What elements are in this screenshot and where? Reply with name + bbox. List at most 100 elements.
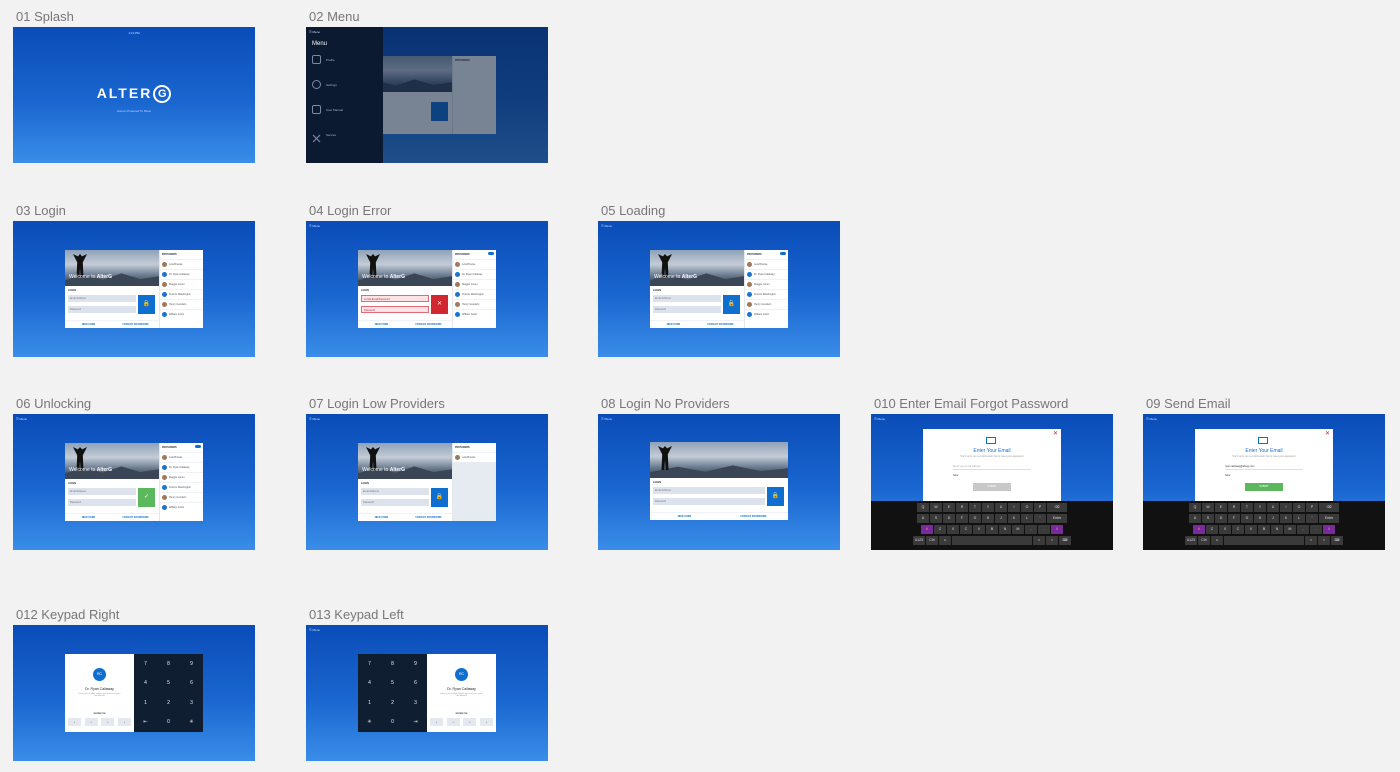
- new-user-link[interactable]: NEW USER: [358, 514, 405, 521]
- provider-item[interactable]: Lola Brooke: [160, 259, 203, 269]
- menu-item-user-manual[interactable]: User Manual: [312, 105, 343, 114]
- keypad-key[interactable]: 5: [157, 674, 180, 694]
- key[interactable]: C: [1232, 525, 1244, 534]
- provider-item[interactable]: William Grant: [453, 309, 496, 319]
- menu-button[interactable]: ☰ Menu: [601, 417, 612, 421]
- key[interactable]: X: [947, 525, 959, 534]
- left-arrow-key[interactable]: <: [1033, 536, 1045, 545]
- key[interactable]: Q: [917, 503, 929, 512]
- keypad-key[interactable]: 5: [381, 674, 404, 694]
- key[interactable]: W: [1202, 503, 1214, 512]
- loading-button[interactable]: 🔒: [723, 295, 740, 314]
- menu-item-service[interactable]: Service: [312, 130, 336, 143]
- shift-key[interactable]: ⇧: [921, 525, 933, 534]
- keyboard-hide-key[interactable]: ⌨: [1331, 536, 1343, 545]
- key[interactable]: G: [1241, 514, 1253, 523]
- key[interactable]: C: [960, 525, 972, 534]
- key[interactable]: G: [969, 514, 981, 523]
- email-field-error[interactable]: Invalid Email/Password: [361, 295, 429, 302]
- menu-item-profile[interactable]: Profile: [312, 55, 335, 64]
- keypad-key[interactable]: 2: [381, 693, 404, 713]
- key[interactable]: Y: [982, 503, 994, 512]
- new-user-link[interactable]: NEW USER: [650, 321, 697, 328]
- shift-key[interactable]: ⇧: [1323, 525, 1335, 534]
- submit-button[interactable]: SUBMIT: [973, 483, 1011, 491]
- key[interactable]: T: [1241, 503, 1253, 512]
- key[interactable]: A: [1189, 514, 1201, 523]
- ctrl-key[interactable]: Ctrl: [926, 536, 938, 545]
- forgot-password-link[interactable]: FORGOT PASSWORD: [697, 321, 744, 328]
- right-arrow-key[interactable]: >: [1046, 536, 1058, 545]
- password-field[interactable]: Password: [68, 499, 136, 506]
- key[interactable]: L: [1021, 514, 1033, 523]
- provider-item[interactable]: Henry Goodwin: [453, 299, 496, 309]
- key[interactable]: P: [1034, 503, 1046, 512]
- close-icon[interactable]: ✕: [1325, 430, 1330, 437]
- ctrl-key[interactable]: Ctrl: [1198, 536, 1210, 545]
- key[interactable]: R: [956, 503, 968, 512]
- forgot-password-link[interactable]: FORGOT PASSWORD: [405, 514, 452, 521]
- password-field[interactable]: Password: [68, 306, 136, 313]
- symbols-key[interactable]: &123: [1185, 536, 1197, 545]
- key[interactable]: .: [1038, 525, 1050, 534]
- space-key[interactable]: [1224, 536, 1304, 545]
- key[interactable]: D: [943, 514, 955, 523]
- key[interactable]: H: [982, 514, 994, 523]
- key[interactable]: ,: [1025, 525, 1037, 534]
- provider-item[interactable]: Lola Brooke: [453, 259, 496, 269]
- password-field[interactable]: Password: [653, 498, 765, 505]
- provider-item[interactable]: Lola Brooke: [160, 452, 203, 462]
- key[interactable]: O: [1021, 503, 1033, 512]
- switch-side-icon[interactable]: ⇤: [134, 713, 157, 733]
- forgot-password-link[interactable]: FORGOT PASSWORD: [719, 513, 788, 520]
- key[interactable]: F: [1228, 514, 1240, 523]
- key[interactable]: K: [1008, 514, 1020, 523]
- keypad-key[interactable]: 7: [134, 654, 157, 674]
- key[interactable]: U: [1267, 503, 1279, 512]
- provider-item[interactable]: Dr. Ryan Callaway: [160, 462, 203, 472]
- key[interactable]: J: [995, 514, 1007, 523]
- emoji-key[interactable]: ☺: [1211, 536, 1223, 545]
- password-field[interactable]: Password: [361, 499, 429, 506]
- password-field-error[interactable]: Password: [361, 306, 429, 313]
- switch-side-icon[interactable]: ⇥: [404, 713, 427, 733]
- key[interactable]: K: [1280, 514, 1292, 523]
- key[interactable]: Q: [1189, 503, 1201, 512]
- email-input[interactable]: ryan.callaway@alterg.com: [1225, 465, 1303, 470]
- provider-item[interactable]: Francis Washington: [160, 482, 203, 492]
- provider-item[interactable]: Henry Goodwin: [160, 492, 203, 502]
- keypad-key[interactable]: 6: [404, 674, 427, 694]
- unlock-success-button[interactable]: ✓: [138, 488, 155, 507]
- key[interactable]: .: [1310, 525, 1322, 534]
- enter-key[interactable]: Enter: [1319, 514, 1339, 523]
- keypad-key[interactable]: 3: [180, 693, 203, 713]
- keypad-key[interactable]: 0: [157, 713, 180, 733]
- key[interactable]: N: [999, 525, 1011, 534]
- provider-item[interactable]: Francis Washington: [160, 289, 203, 299]
- keypad-key[interactable]: 8: [381, 654, 404, 674]
- key[interactable]: Z: [934, 525, 946, 534]
- email-input[interactable]: Enter your email address: [953, 465, 1031, 470]
- keypad-key[interactable]: 2: [157, 693, 180, 713]
- key[interactable]: J: [1267, 514, 1279, 523]
- key[interactable]: ,: [1297, 525, 1309, 534]
- shift-key[interactable]: ⇧: [1051, 525, 1063, 534]
- provider-item[interactable]: Dr. Ryan Callaway: [453, 269, 496, 279]
- login-button[interactable]: 🔒: [431, 488, 448, 507]
- key[interactable]: ": [1306, 514, 1318, 523]
- key[interactable]: B: [986, 525, 998, 534]
- provider-item[interactable]: Francis Washington: [745, 289, 788, 299]
- keypad-key[interactable]: 4: [134, 674, 157, 694]
- key[interactable]: P: [1306, 503, 1318, 512]
- new-user-link[interactable]: NEW USER: [65, 514, 112, 521]
- key[interactable]: Z: [1206, 525, 1218, 534]
- key[interactable]: N: [1271, 525, 1283, 534]
- key[interactable]: U: [995, 503, 1007, 512]
- provider-item[interactable]: Maggie Jones: [745, 279, 788, 289]
- menu-item-settings[interactable]: Settings: [312, 80, 337, 89]
- login-button[interactable]: 🔒: [767, 487, 784, 506]
- menu-button[interactable]: ☰ Menu: [1146, 417, 1157, 421]
- provider-item[interactable]: Lola Brooke: [453, 452, 496, 462]
- key[interactable]: T: [969, 503, 981, 512]
- key[interactable]: V: [973, 525, 985, 534]
